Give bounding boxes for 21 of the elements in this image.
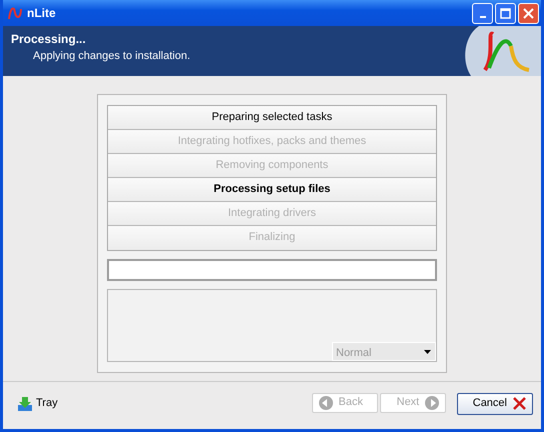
task-step: Integrating hotfixes, packs and themes: [108, 130, 436, 154]
task-step: Integrating drivers: [108, 202, 436, 226]
caret-icon: [424, 350, 430, 354]
task-step: Processing setup files: [108, 178, 436, 202]
close-icon: [513, 397, 526, 410]
tray-icon: [17, 396, 33, 412]
header-subtitle: Applying changes to installation.: [32, 49, 192, 64]
maximize-icon: [500, 8, 511, 18]
cancel-button[interactable]: Cancel: [457, 392, 533, 414]
header-title: Processing...: [11, 31, 87, 48]
maximize-button[interactable]: [495, 2, 516, 24]
close-icon: [523, 8, 534, 18]
window-title: nLite: [27, 5, 57, 22]
app-logo-icon: [7, 5, 23, 21]
task-step: Finalizing: [108, 226, 436, 250]
close-button[interactable]: [518, 2, 539, 24]
tray-button[interactable]: Tray: [17, 395, 58, 412]
task-step: Preparing selected tasks: [108, 106, 436, 130]
minimize-icon: [480, 16, 486, 18]
minimize-button[interactable]: [472, 2, 493, 24]
task-step: Removing components: [108, 154, 436, 178]
